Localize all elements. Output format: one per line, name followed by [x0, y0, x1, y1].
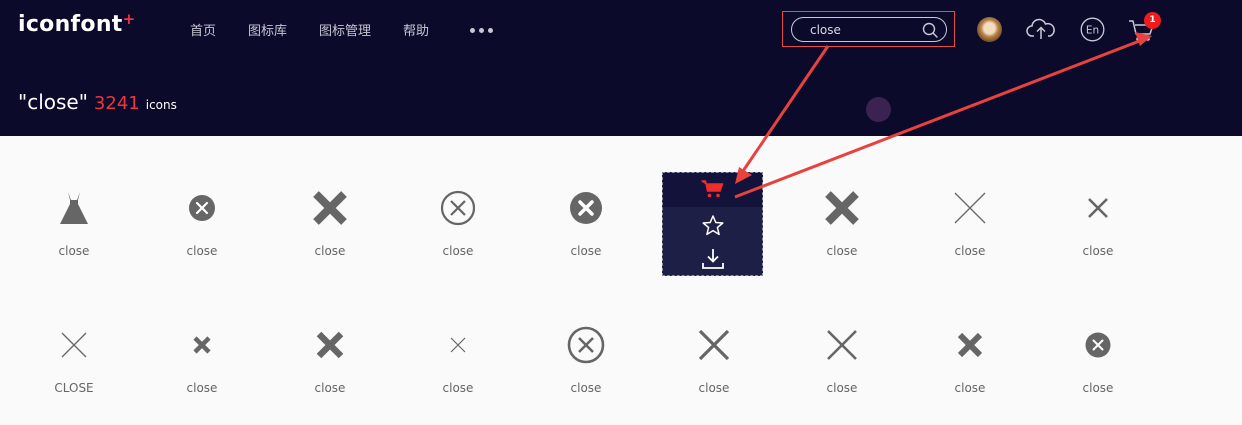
icon-label: close [314, 244, 346, 258]
icon-card[interactable]: CLOSE [10, 287, 138, 417]
result-unit: icons [145, 98, 177, 112]
close-circle-filled-icon [570, 192, 602, 224]
close-medium-x-icon [698, 329, 730, 361]
close-bold-x-icon [825, 191, 859, 225]
close-bold-x-icon [957, 332, 983, 358]
icon-card[interactable]: close [394, 287, 522, 417]
icon-card[interactable]: close [138, 150, 266, 280]
icon-label: close [826, 381, 858, 395]
icon-card[interactable]: close [1034, 287, 1162, 417]
icon-card[interactable]: close [522, 287, 650, 417]
icon-card[interactable]: close [266, 287, 394, 417]
icon-card[interactable]: close [778, 150, 906, 280]
close-circle-filled-small-icon [189, 195, 215, 221]
iconfont-logo[interactable]: iconfont+ [18, 10, 136, 37]
icon-label: close [826, 244, 858, 258]
logo-text: iconfont [18, 12, 123, 37]
icon-card[interactable]: close [394, 150, 522, 280]
dress-icon [60, 192, 88, 224]
icon-label: close [186, 244, 218, 258]
top-header: iconfont+ 首页 图标库 图标管理 帮助 En 1 "close"324… [0, 0, 1242, 136]
icon-card[interactable]: close [266, 150, 394, 280]
cart-count-badge: 1 [1144, 12, 1161, 29]
icon-label: close [570, 381, 602, 395]
icon-label: close [1082, 244, 1114, 258]
icon-card[interactable]: close [10, 150, 138, 280]
icon-card[interactable]: close [138, 287, 266, 417]
close-circle-outline-icon [440, 190, 476, 226]
close-bold-x-icon [313, 191, 347, 225]
icon-label: close [186, 381, 218, 395]
icon-card[interactable]: close [906, 150, 1034, 280]
result-query: "close" [18, 90, 88, 114]
avatar[interactable] [977, 17, 1002, 42]
search-highlight-box [782, 11, 955, 47]
nav-home[interactable]: 首页 [190, 20, 216, 39]
icon-label: close [1082, 381, 1114, 395]
close-circle-filled-icon [1085, 332, 1111, 358]
icon-card[interactable]: close [778, 287, 906, 417]
icon-card[interactable]: close [1034, 150, 1162, 280]
decorative-dot [866, 97, 891, 122]
logo-plus-mark: + [122, 10, 136, 28]
close-thin-x-icon [954, 192, 986, 224]
nav-icon-management[interactable]: 图标管理 [319, 20, 371, 39]
search-result-title: "close" 3241 icons [18, 90, 177, 114]
search-icon[interactable] [922, 22, 938, 38]
close-tiny-x-icon [450, 337, 466, 353]
icon-card[interactable]: close [906, 287, 1034, 417]
close-bold-x-icon [316, 331, 344, 359]
main-nav: 首页 图标库 图标管理 帮助 [190, 20, 461, 39]
star-icon[interactable] [701, 214, 725, 237]
icon-hover-card[interactable] [662, 172, 763, 276]
icon-label: close [442, 381, 474, 395]
result-count: 3241 [93, 93, 140, 114]
nav-icon-library[interactable]: 图标库 [248, 20, 287, 39]
close-medium-x-icon [827, 330, 857, 360]
download-icon[interactable] [701, 248, 725, 270]
icon-label: close [442, 244, 474, 258]
close-thin-x-icon [61, 332, 87, 358]
icon-label: close [314, 381, 346, 395]
icon-label: close [58, 244, 90, 258]
icon-label: close [698, 381, 730, 395]
icon-label: CLOSE [54, 381, 94, 395]
icon-label: close [954, 244, 986, 258]
upload-cloud-icon[interactable] [1026, 16, 1056, 42]
icon-label: close [954, 381, 986, 395]
icon-card[interactable]: close [650, 287, 778, 417]
search-input[interactable] [810, 21, 910, 38]
close-small-bold-x-icon [193, 336, 211, 354]
close-medium-x-icon [1088, 198, 1108, 218]
close-circle-outline-icon [567, 326, 605, 364]
add-to-cart-icon[interactable] [700, 179, 725, 199]
svg-text:En: En [1086, 25, 1099, 37]
icon-card[interactable]: close [522, 150, 650, 280]
nav-help[interactable]: 帮助 [403, 20, 429, 39]
more-dots-icon[interactable] [470, 28, 493, 33]
language-en-icon[interactable]: En [1080, 17, 1105, 42]
icon-label: close [570, 244, 602, 258]
search-bar[interactable] [791, 17, 947, 42]
